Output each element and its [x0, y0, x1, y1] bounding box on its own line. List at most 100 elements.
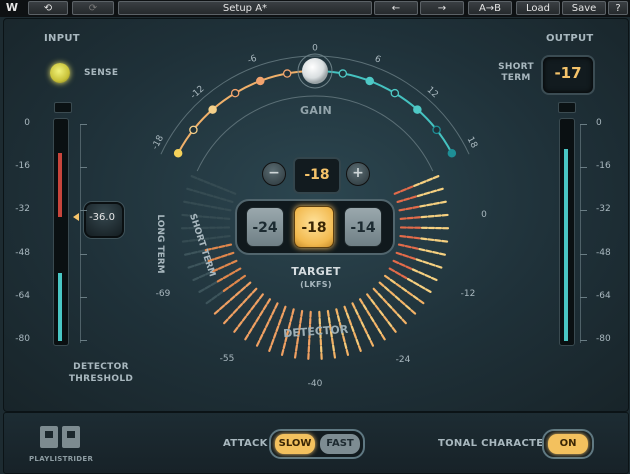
gain-step-dot	[432, 125, 441, 135]
detector-segment	[345, 312, 350, 320]
detector-segment	[228, 270, 236, 276]
detector-segment	[401, 318, 407, 325]
detector-segment	[369, 316, 375, 323]
detector-segment	[336, 314, 341, 323]
detector-segment	[237, 321, 243, 328]
detector-segment	[373, 322, 379, 329]
detector-segment	[383, 286, 390, 292]
target-preset-minus18[interactable]: -18	[294, 206, 334, 248]
detector-segment	[395, 282, 402, 288]
detector-scale-label: -69	[156, 289, 171, 299]
detector-segment	[422, 260, 430, 265]
detector-scale-label: -24	[396, 355, 411, 365]
detector-segment	[233, 326, 239, 333]
detector-segment	[432, 201, 440, 206]
gain-arc-cut	[314, 70, 453, 154]
detector-segment	[350, 325, 355, 333]
preset-label: -24	[252, 220, 278, 236]
target-preset-minus14[interactable]: -14	[344, 207, 382, 247]
output-scale-label: -80	[596, 334, 611, 344]
detector-segment	[181, 239, 189, 243]
detector-segment	[377, 292, 384, 299]
detector-segment	[396, 313, 403, 320]
detector-segment	[209, 236, 217, 240]
target-plus-button[interactable]: +	[346, 162, 370, 186]
output-scale-tick	[580, 124, 587, 125]
threshold-pointer-icon	[73, 213, 79, 221]
detector-segment	[426, 177, 433, 182]
detector-segment	[413, 236, 421, 240]
detector-segment	[343, 342, 348, 350]
detector-segment	[411, 268, 419, 273]
input-clip-indicator[interactable]	[54, 102, 72, 113]
detector-segment	[251, 287, 258, 294]
detector-segment	[216, 277, 224, 283]
detector-segment	[353, 331, 358, 339]
detector-segment	[403, 197, 411, 202]
detector-segment	[250, 304, 256, 311]
detector-segment	[295, 344, 298, 352]
gain-tick-label: 0	[312, 44, 318, 54]
detector-segment	[183, 200, 191, 204]
detector-segment	[225, 243, 233, 247]
detector-segment	[386, 303, 393, 309]
detector-segment	[277, 318, 282, 326]
attack-slow-button[interactable]: SLOW	[275, 434, 315, 454]
detector-segment	[427, 238, 435, 242]
output-scale-tick	[580, 210, 587, 212]
gain-tick-label: 18	[465, 135, 479, 150]
detector-segment	[362, 304, 368, 311]
detector-scale-label: -12	[461, 289, 476, 299]
detector-segment	[282, 342, 287, 350]
detector-segment	[216, 235, 224, 239]
detector-segment	[380, 333, 386, 341]
short-term-line1: SHORT	[498, 62, 534, 72]
output-scale-tick	[580, 340, 587, 341]
input-scale-label: 0	[24, 118, 30, 128]
detector-segment	[372, 287, 379, 294]
detector-segment	[418, 299, 425, 305]
tonal-character-button[interactable]: ON	[548, 434, 588, 454]
input-meter	[53, 118, 69, 346]
output-clip-indicator[interactable]	[558, 102, 576, 113]
detector-segment	[223, 318, 229, 325]
detector-segment	[401, 286, 408, 293]
sense-indicator-icon[interactable]	[50, 63, 70, 83]
detector-segment	[241, 315, 247, 322]
gain-knob[interactable]	[302, 58, 328, 84]
detector-segment	[275, 325, 280, 333]
output-title: OUTPUT	[546, 33, 594, 44]
threshold-value: -36.0	[89, 212, 115, 223]
output-scale-label: -16	[596, 161, 611, 172]
detector-scale-label: 0	[481, 210, 487, 220]
detector-segment	[227, 251, 235, 256]
detector-segment	[409, 195, 417, 200]
playlistrider-logo-icon	[38, 424, 82, 452]
detector-segment	[224, 208, 232, 212]
detector-scale-label: -40	[308, 379, 323, 389]
detector-segment	[410, 309, 417, 315]
detector-segment	[245, 281, 252, 288]
detector-segment	[388, 267, 396, 273]
detector-segment	[210, 205, 218, 209]
detector-segment	[242, 297, 248, 304]
detector-segment	[369, 340, 375, 347]
input-scale-label: -32	[15, 204, 30, 215]
detector-segment	[441, 239, 449, 243]
input-scale-tick	[80, 296, 87, 298]
target-minus-button[interactable]: −	[262, 162, 286, 186]
target-preset-minus24[interactable]: -24	[246, 207, 284, 247]
detector-segment	[229, 295, 236, 301]
detector-segment	[419, 204, 427, 208]
gain-label: GAIN	[300, 104, 333, 117]
detector-segment	[355, 338, 360, 346]
attack-fast-button[interactable]: FAST	[320, 434, 360, 454]
detector-segment	[434, 239, 442, 242]
detector-segment	[224, 299, 231, 306]
detector-segment	[223, 188, 230, 193]
detector-segment	[357, 345, 362, 352]
short-term-line2: TERM	[501, 73, 531, 83]
detector-segment	[399, 299, 406, 306]
detector-segment	[214, 256, 222, 260]
gain-step-dot	[208, 105, 217, 114]
